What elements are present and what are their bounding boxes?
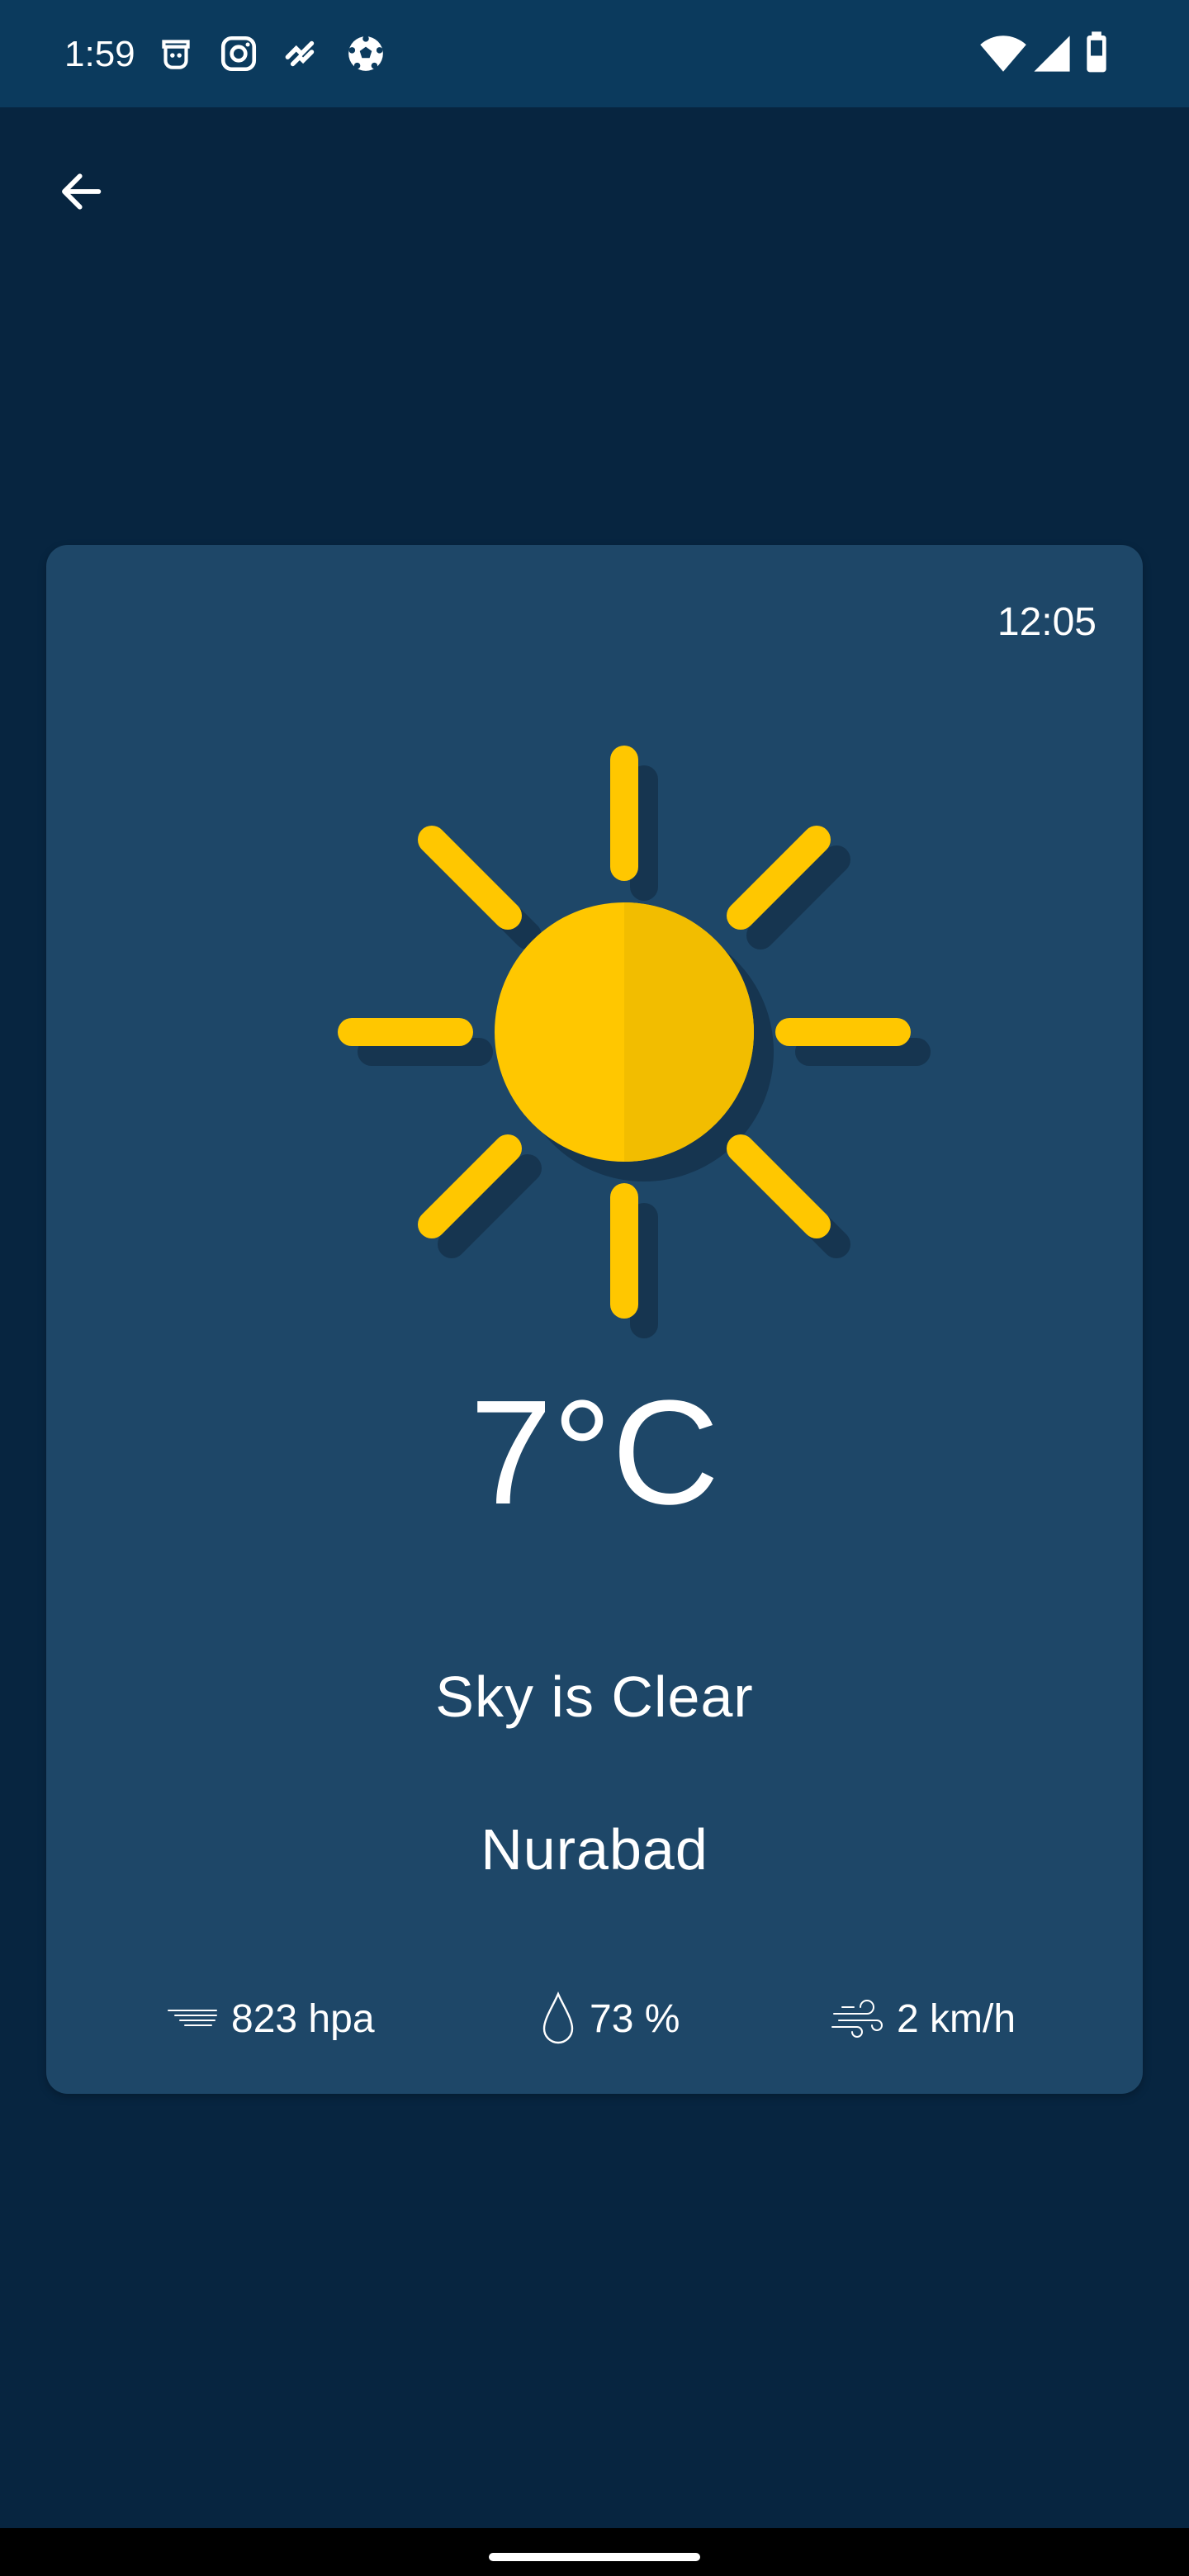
pressure-stat: 823 hpa — [167, 1986, 375, 2052]
temperature: 7°C — [469, 1370, 720, 1536]
humidity-stat: 73 % — [540, 1986, 680, 2052]
pressure-icon — [167, 2002, 218, 2035]
arrow-left-icon — [62, 173, 102, 210]
weather-description: Sky is Clear — [435, 1664, 754, 1729]
status-bar: 1:59 — [0, 0, 1189, 107]
city-name: Nurabad — [481, 1817, 708, 1882]
activity-icon — [281, 33, 322, 74]
home-gesture-handle[interactable] — [489, 2553, 700, 2561]
signal-icon — [1032, 33, 1072, 74]
sun-icon — [294, 702, 955, 1362]
droplet-icon — [540, 1991, 576, 2047]
wind-icon — [831, 1997, 883, 2040]
weather-detail-screen: 1:59 12:05 7°C Sky is Clear Nurabad 823 … — [0, 0, 1189, 2576]
weather-card: 12:05 7°C Sky is Clear Nurabad 823 hpa 7… — [46, 545, 1143, 2094]
instagram-icon — [218, 33, 259, 74]
pressure-value: 823 hpa — [231, 1996, 375, 2041]
wind-stat: 2 km/h — [831, 1986, 1016, 2052]
back-button[interactable] — [46, 157, 116, 226]
system-navigation-bar — [0, 2528, 1189, 2576]
bot-icon — [155, 33, 197, 74]
battery-icon — [1085, 31, 1108, 74]
wifi-icon — [979, 33, 1027, 74]
wind-value: 2 km/h — [897, 1996, 1016, 2041]
status-time: 1:59 — [64, 34, 135, 74]
humidity-value: 73 % — [590, 1996, 680, 2041]
soccer-ball-icon — [345, 33, 386, 74]
forecast-time: 12:05 — [997, 600, 1097, 644]
